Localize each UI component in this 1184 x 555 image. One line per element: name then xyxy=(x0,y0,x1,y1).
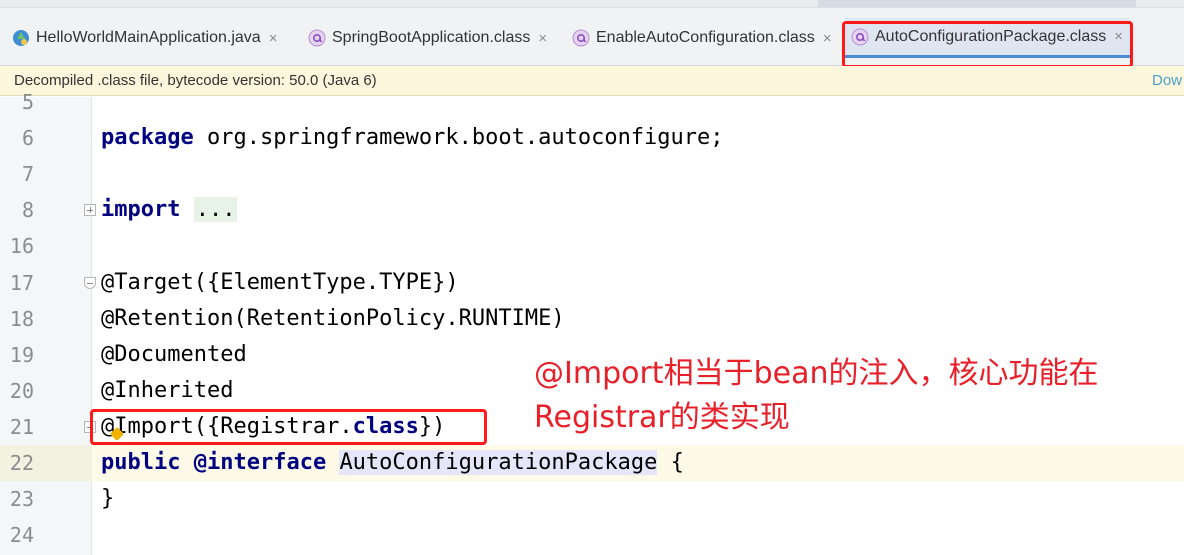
code-editor[interactable]: 5 6 7 8 16 17 18 19 20 21 22 23 24 packa… xyxy=(0,90,1184,555)
annotation-line-2: Registrar的类实现 xyxy=(534,400,790,435)
line-number: 19 xyxy=(9,343,34,367)
annotation-icon xyxy=(851,28,869,45)
annotation-icon xyxy=(308,29,326,47)
interface-name: AutoConfigurationPackage xyxy=(339,450,658,475)
line-number: 20 xyxy=(9,379,34,403)
keyword: @interface xyxy=(193,450,327,475)
code-line-inherited: @Inherited xyxy=(101,378,234,403)
fold-expand-icon[interactable] xyxy=(84,204,96,216)
close-icon[interactable]: × xyxy=(1114,28,1123,45)
code-line-interface-declaration: public @interface AutoConfigurationPacka… xyxy=(101,445,684,481)
top-tab-row-edge xyxy=(0,0,1184,8)
line-number: 5 xyxy=(21,90,34,114)
code-line-documented: @Documented xyxy=(101,342,247,367)
keyword: public xyxy=(101,450,181,475)
tab-label: SpringBootApplication.class xyxy=(332,29,531,46)
close-icon[interactable]: × xyxy=(538,30,547,47)
line-number: 18 xyxy=(9,307,34,331)
tab-label: EnableAutoConfiguration.class xyxy=(596,29,815,46)
line-number: 21 xyxy=(9,415,34,439)
code-line-import-annotation: @Import({Registrar.class}) xyxy=(101,409,445,445)
package-name: org.springframework.boot.autoconfigure; xyxy=(193,125,724,150)
line-number: 22 xyxy=(9,451,34,475)
code-line-package: package org.springframework.boot.autocon… xyxy=(101,120,724,156)
tab-spring-boot-application[interactable]: SpringBootApplication.class × xyxy=(308,18,558,58)
open-brace: { xyxy=(657,450,684,475)
close-icon[interactable]: × xyxy=(269,30,278,47)
line-number: 6 xyxy=(21,126,34,150)
java-class-icon xyxy=(13,30,29,46)
line-number: 17 xyxy=(9,271,34,295)
banner-text: Decompiled .class file, bytecode version… xyxy=(14,72,377,89)
line-number: 7 xyxy=(21,162,34,186)
editor-tab-bar: HelloWorldMainApplication.java × SpringB… xyxy=(0,8,1184,68)
keyword: class xyxy=(352,414,419,439)
tab-enable-auto-configuration[interactable]: EnableAutoConfiguration.class × xyxy=(572,18,840,58)
tab-label: HelloWorldMainApplication.java xyxy=(36,29,261,46)
decompiled-notice-banner: Decompiled .class file, bytecode version… xyxy=(0,66,1184,96)
code-line-retention: @Retention(RetentionPolicy.RUNTIME) xyxy=(101,306,565,331)
close-icon[interactable]: × xyxy=(823,30,832,47)
import-annotation-end: }) xyxy=(418,414,446,439)
folded-imports[interactable]: ... xyxy=(193,197,238,222)
code-line-import: import ... xyxy=(101,192,238,228)
annotation-note: @Import相当于bean的注入，核心功能在 Registrar的类实现 xyxy=(534,352,1174,440)
line-number: 16 xyxy=(9,234,34,258)
line-number: 23 xyxy=(9,487,34,511)
download-sources-link[interactable]: Dow xyxy=(1152,72,1182,89)
keyword: import xyxy=(101,197,181,222)
line-number: 24 xyxy=(9,523,34,547)
tab-auto-configuration-package[interactable]: AutoConfigurationPackage.class × xyxy=(845,18,1130,58)
fold-expand-icon[interactable] xyxy=(84,421,96,433)
code-line-target: @Target({ElementType.TYPE}) xyxy=(101,270,459,295)
line-number: 8 xyxy=(21,198,34,222)
annotation-icon xyxy=(572,29,590,47)
keyword: package xyxy=(101,125,194,150)
annotation-line-1: @Import相当于bean的注入，核心功能在 xyxy=(534,356,1099,391)
tab-hello-world-main-application[interactable]: HelloWorldMainApplication.java × xyxy=(12,18,292,58)
code-line-close-brace: } xyxy=(101,486,115,511)
tab-label: AutoConfigurationPackage.class xyxy=(875,27,1107,45)
import-annotation-start: @Import({Registrar. xyxy=(101,414,353,439)
fold-collapse-icon[interactable] xyxy=(84,277,96,289)
